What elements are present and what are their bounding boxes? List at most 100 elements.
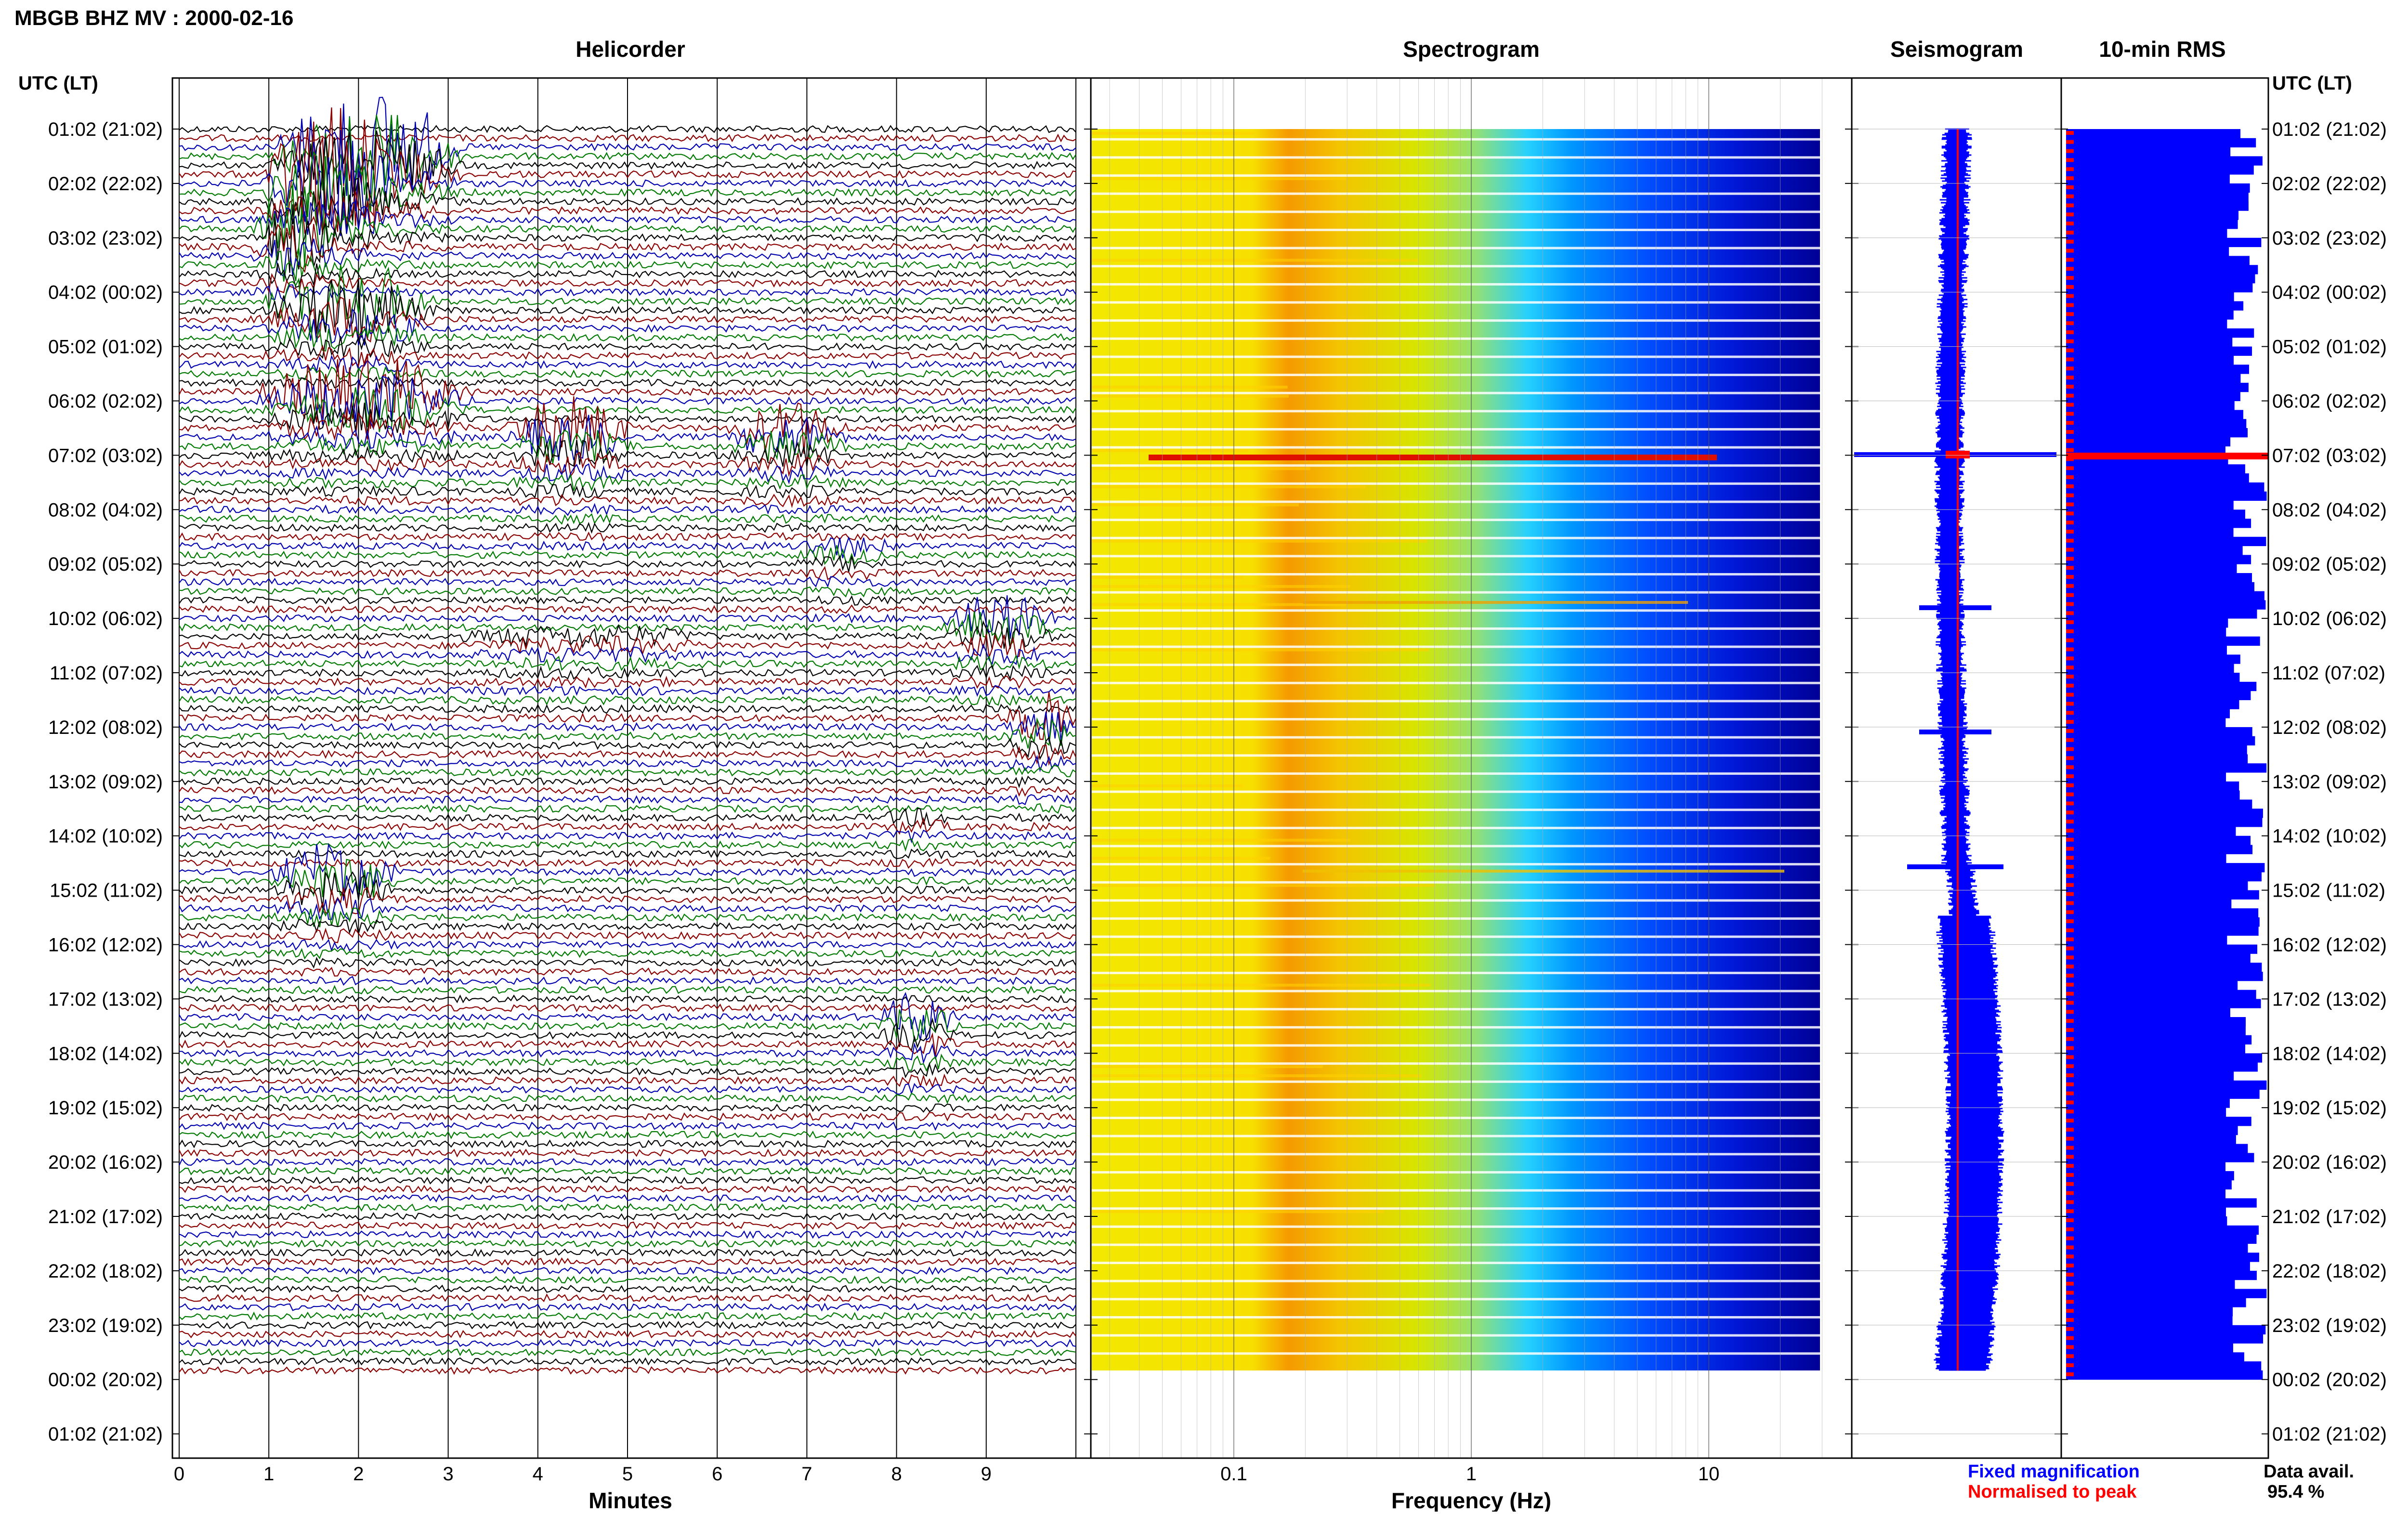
legend-fixed: Fixed magnification (1968, 1462, 2140, 1482)
rms-bar (2066, 763, 2267, 773)
spectrogram-gap (1092, 664, 1820, 666)
rms-normalised-bar (2066, 675, 2074, 679)
figure-title: MBGB BHZ MV : 2000-02-16 (14, 6, 293, 30)
helicorder-title: Helicorder (576, 37, 685, 62)
hour-label-right: 04:02 (00:02) (2272, 282, 2387, 303)
rms-bar (2066, 1017, 2246, 1027)
rms-bar (2066, 174, 2230, 184)
spectrogram-gap (1092, 935, 1820, 938)
rms-normalised-bar (2066, 765, 2074, 770)
hour-label-right: 14:02 (10:02) (2272, 826, 2387, 847)
rms-bar (2066, 1144, 2248, 1153)
spectrogram-gap (1092, 645, 1820, 648)
rms-normalised-bar (2066, 448, 2074, 452)
spectrogram-gap (1092, 971, 1820, 974)
rms-bar (2066, 274, 2255, 284)
rms-bar (2066, 754, 2248, 764)
rms-normalised-bar (2066, 1236, 2074, 1240)
rms-normalised-bar (2066, 421, 2074, 425)
spectrogram-gap (1092, 790, 1820, 793)
rms-normalised-bar (2066, 566, 2074, 570)
rms-bar (2066, 228, 2227, 238)
rms-normalised-bar (2066, 856, 2074, 860)
rms-bar (2066, 256, 2250, 265)
spectrogram-gap (1092, 1171, 1820, 1174)
rms-normalised-bar (2066, 376, 2074, 380)
rms-bar (2066, 473, 2249, 483)
rms-normalised-bar (2066, 393, 2074, 398)
helicorder-frame (171, 77, 1092, 1459)
rms-bar (2066, 1198, 2257, 1208)
rms-bar (2066, 491, 2267, 501)
rms-bar (2066, 1207, 2226, 1217)
rms-bar (2066, 673, 2240, 682)
spectrogram-gap (1092, 1370, 1820, 1373)
minutes-axis-label: Minutes (589, 1488, 672, 1512)
seismogram-spike (1919, 605, 1991, 610)
hour-label-right: 01:02 (21:02) (2272, 1424, 2387, 1445)
rms-normalised-bar (2066, 1119, 2074, 1123)
rms-normalised-bar (2066, 1146, 2074, 1150)
rms-normalised-bar (2066, 1173, 2074, 1177)
rms-normalised-bar (2066, 1164, 2074, 1168)
hour-label-left: 22:02 (18:02) (48, 1261, 163, 1282)
rms-bar (2066, 745, 2247, 755)
minute-tick-label: 9 (981, 1463, 992, 1485)
spectrogram-row (1092, 485, 1366, 488)
spectrogram-gap (1092, 591, 1820, 594)
rms-normalised-bar (2066, 1345, 2074, 1349)
spectrogram-gap (1092, 1117, 1820, 1120)
spectrogram-gap (1092, 627, 1820, 630)
rms-normalised-bar (2066, 992, 2074, 996)
spectrogram-gap (1092, 374, 1820, 377)
hour-label-left: 07:02 (03:02) (48, 445, 163, 466)
spectrogram-gap (1092, 247, 1820, 249)
hour-label-left: 16:02 (12:02) (48, 935, 163, 956)
rms-bar (2066, 691, 2251, 700)
rms-bar (2066, 790, 2240, 800)
rms-bar (2066, 1117, 2251, 1126)
spectrogram-gap (1092, 410, 1820, 413)
rms-normalised-bar (2066, 910, 2074, 914)
rms-normalised-bar (2066, 222, 2074, 226)
rms-normalised-bar (2066, 466, 2074, 470)
rms-bar (2066, 1180, 2232, 1190)
rms-bar (2066, 809, 2263, 818)
rms-normalised-bar (2066, 294, 2074, 298)
rms-bar (2066, 944, 2258, 954)
hour-label-left: 17:02 (13:02) (48, 989, 163, 1010)
hour-label-left: 01:02 (21:02) (48, 119, 163, 140)
rms-normalised-bar (2066, 973, 2074, 978)
rms-normalised-bar (2066, 928, 2074, 932)
rms-bar (2066, 519, 2251, 528)
spectrogram-row (1092, 1210, 1384, 1214)
spectrogram-gap (1092, 1098, 1820, 1101)
rms-normalised-bar (2066, 729, 2074, 733)
rms-bar (2066, 301, 2244, 311)
rms-bar (2066, 854, 2226, 863)
hour-label-left: 11:02 (07:02) (50, 663, 163, 684)
spectrogram-gap (1092, 772, 1820, 775)
rms-bar (2066, 346, 2252, 356)
rms-bar (2066, 374, 2241, 383)
rms-bar (2066, 1270, 2257, 1280)
rms-normalised-bar (2066, 647, 2074, 652)
rms-normalised-bar (2066, 747, 2074, 751)
spectrogram-gap (1092, 1153, 1820, 1156)
spectrogram-gap (1092, 1080, 1820, 1083)
rms-bar (2066, 1008, 2230, 1018)
rms-normalised-bar (2066, 484, 2074, 488)
rms-bar (2066, 709, 2230, 718)
rms-normalised-bar (2066, 149, 2074, 153)
spectrogram-gap (1092, 881, 1820, 884)
rms-normalised-bar (2066, 792, 2074, 796)
rms-bar (2066, 1089, 2260, 1099)
hour-label-right: 02:02 (22:02) (2272, 173, 2387, 195)
rms-normalised-bar (2066, 874, 2074, 878)
rms-normalised-bar (2066, 439, 2074, 443)
spectrogram-row (1092, 385, 1288, 389)
hour-label-left: 10:02 (06:02) (48, 608, 163, 629)
rms-bar (2066, 1298, 2246, 1307)
rms-normalised-bar (2066, 1046, 2074, 1050)
rms-normalised-bar (2066, 548, 2074, 552)
